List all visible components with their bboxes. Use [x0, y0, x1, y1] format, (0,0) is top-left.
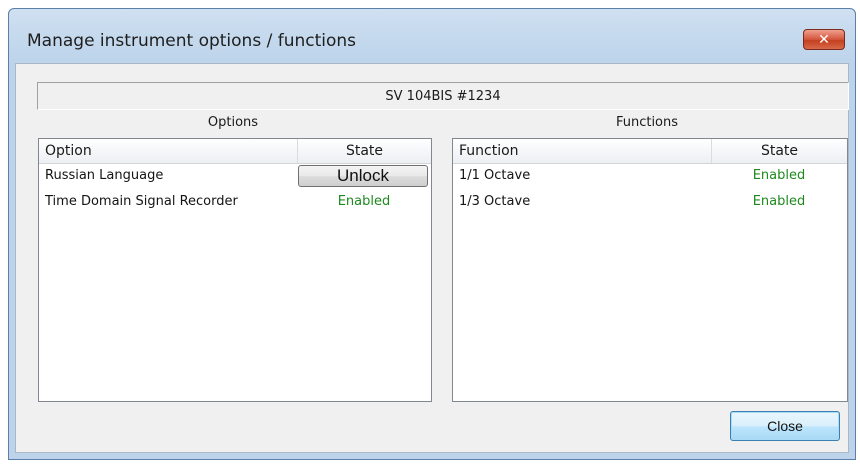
- instrument-name-box: SV 104BIS #1234: [37, 82, 849, 110]
- options-list-header: Option State: [39, 139, 431, 164]
- column-header-option[interactable]: Option: [39, 139, 297, 163]
- functions-label: Functions: [615, 115, 679, 130]
- functions-list[interactable]: Function State 1/1 Octave Enabled 1/3 Oc…: [452, 138, 848, 402]
- option-name: Russian Language: [45, 168, 164, 183]
- list-item[interactable]: Russian Language Unlock: [39, 163, 431, 189]
- functions-list-header: Function State: [453, 139, 847, 164]
- close-icon: ✕: [818, 31, 830, 48]
- function-name: 1/3 Octave: [459, 194, 531, 209]
- column-header-function[interactable]: Function: [453, 139, 711, 163]
- column-header-state[interactable]: State: [711, 139, 847, 163]
- dialog-window: Manage instrument options / functions ✕ …: [8, 8, 856, 460]
- column-header-state[interactable]: State: [297, 139, 431, 163]
- options-list[interactable]: Option State Russian Language Unlock Tim…: [38, 138, 432, 402]
- status-enabled: Enabled: [337, 194, 391, 209]
- window-title: Manage instrument options / functions: [27, 31, 357, 51]
- function-name: 1/1 Octave: [459, 168, 531, 183]
- close-button[interactable]: Close: [730, 411, 840, 441]
- option-name: Time Domain Signal Recorder: [45, 194, 238, 209]
- instrument-name: SV 104BIS #1234: [385, 88, 501, 104]
- list-item[interactable]: 1/3 Octave Enabled: [453, 189, 847, 215]
- status-enabled: Enabled: [752, 194, 806, 209]
- options-label: Options: [207, 115, 259, 130]
- status-enabled: Enabled: [752, 168, 806, 183]
- title-bar[interactable]: Manage instrument options / functions ✕: [9, 9, 855, 63]
- list-item[interactable]: Time Domain Signal Recorder Enabled: [39, 189, 431, 215]
- window-close-button[interactable]: ✕: [803, 29, 845, 50]
- unlock-button[interactable]: Unlock: [298, 165, 428, 187]
- list-item[interactable]: 1/1 Octave Enabled: [453, 163, 847, 189]
- dialog-content: SV 104BIS #1234 Options Functions Option…: [15, 63, 849, 453]
